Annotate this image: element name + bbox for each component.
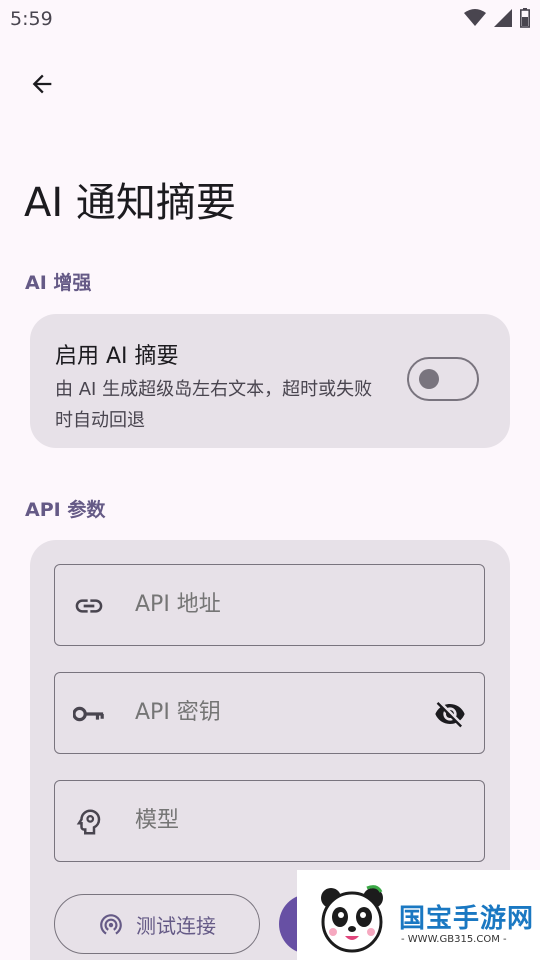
ai-summary-switch[interactable] (407, 357, 479, 401)
page-title: AI 通知摘要 (24, 180, 236, 226)
model-field[interactable] (54, 780, 485, 862)
panda-logo-icon (321, 885, 383, 953)
key-icon (73, 699, 105, 729)
wifi-icon (464, 9, 486, 26)
switch-knob (419, 369, 439, 389)
test-connection-button[interactable]: 测试连接 (54, 894, 260, 954)
link-icon (73, 591, 105, 621)
watermark-url: - WWW.GB315.COM - (401, 934, 507, 945)
api-key-input[interactable] (133, 699, 417, 726)
toggle-title: 启用 AI 摘要 (55, 344, 179, 369)
api-key-field[interactable] (54, 672, 485, 754)
test-connection-label: 测试连接 (136, 913, 216, 938)
battery-icon (520, 8, 530, 28)
section-label-api: API 参数 (25, 499, 106, 521)
status-time: 5:59 (10, 8, 53, 30)
toggle-description: 由 AI 生成超级岛左右文本，超时或失败时自动回退 (55, 379, 373, 431)
status-icons (464, 8, 530, 28)
wifi-tethering-icon (100, 914, 122, 935)
model-input[interactable] (133, 807, 417, 834)
visibility-off-icon[interactable] (432, 697, 468, 731)
api-url-input[interactable] (133, 591, 417, 618)
arrow-back-icon (32, 74, 52, 94)
watermark: 国宝手游网 - WWW.GB315.COM - (297, 870, 540, 960)
watermark-name: 国宝手游网 (399, 904, 535, 934)
back-button[interactable] (22, 64, 62, 104)
psychology-icon (73, 807, 105, 837)
signal-icon (494, 9, 512, 27)
api-url-field[interactable] (54, 564, 485, 646)
status-bar: 5:59 (0, 0, 540, 38)
ai-summary-card[interactable]: 启用 AI 摘要 由 AI 生成超级岛左右文本，超时或失败时自动回退 (30, 314, 510, 448)
section-label-ai: AI 增强 (25, 272, 92, 294)
